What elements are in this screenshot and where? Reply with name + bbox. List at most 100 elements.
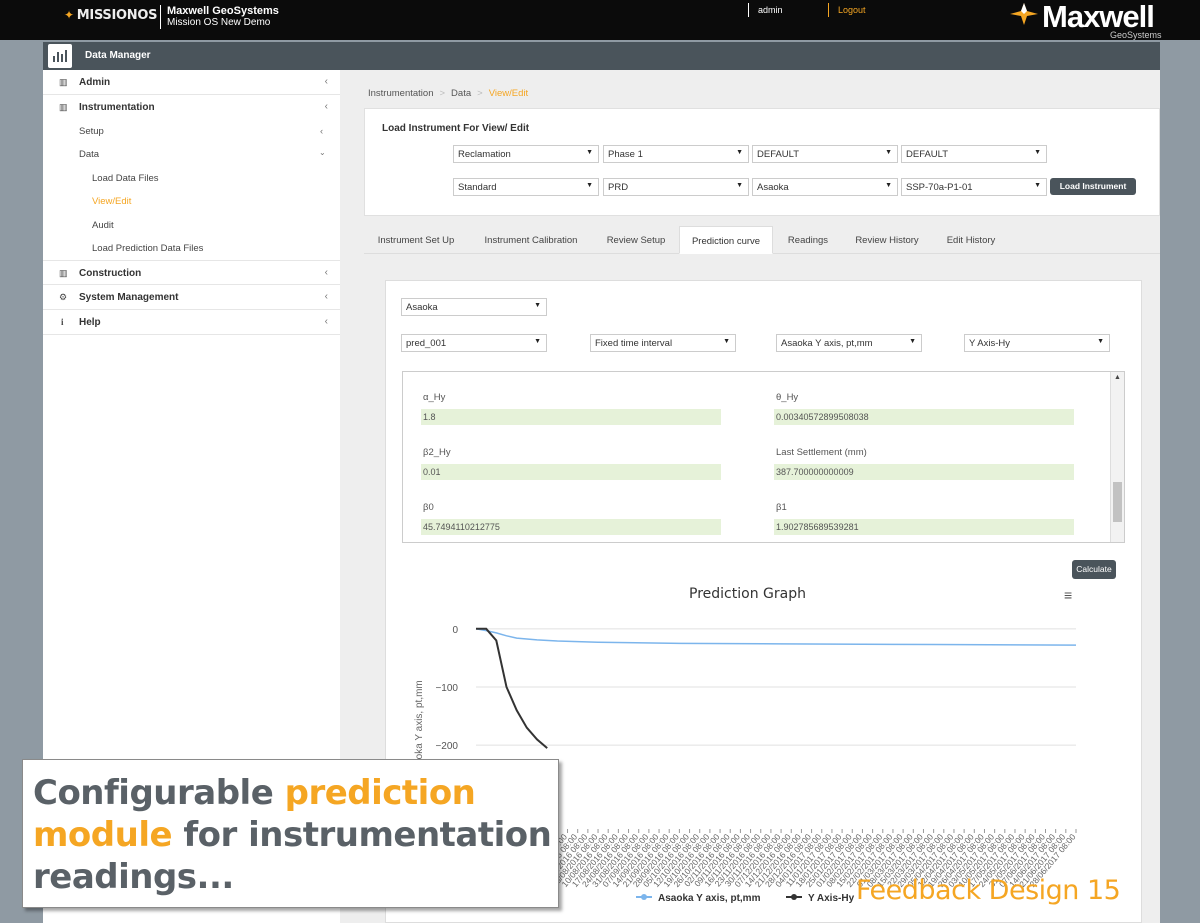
legend-marker (791, 894, 797, 900)
type-select[interactable]: PRD ▼ (603, 178, 749, 196)
footer-caption: Feedback Design 15 (856, 875, 1121, 906)
sidebar-item-label: Help (79, 317, 101, 328)
chart-menu-icon[interactable]: ≡ (1064, 587, 1072, 603)
dropdown-arrow-icon: ▼ (534, 302, 541, 309)
user-link[interactable]: admin (758, 5, 783, 15)
legend-label[interactable]: Asaoka Y axis, pt,mm (658, 893, 761, 904)
chart-series (475, 627, 1077, 749)
param-label: Last Settlement (mm) (776, 447, 867, 458)
zone-select[interactable]: DEFAULT ▼ (901, 145, 1047, 163)
prediction-set-select[interactable]: pred_001 ▼ (401, 334, 547, 352)
y-axis-select[interactable]: Y Axis-Hy ▼ (964, 334, 1110, 352)
select-value: Asaoka (406, 302, 438, 313)
sidebar-item-label: Data (79, 149, 100, 160)
breadcrumb-current: View/Edit (488, 88, 529, 99)
tab-edit-history[interactable]: Edit History (938, 226, 1004, 254)
callout-line1-a: Configurable (33, 773, 285, 813)
dropdown-arrow-icon: ▼ (1034, 149, 1041, 156)
load-instrument-button[interactable]: Load Instrument (1050, 178, 1136, 195)
breadcrumb-data[interactable]: Data (451, 88, 471, 99)
y-tick-label: 0 (452, 625, 458, 636)
tab-review-history[interactable]: Review History (844, 226, 930, 254)
dropdown-arrow-icon: ▼ (1097, 338, 1104, 345)
tab-bar: Instrument Set Up Instrument Calibration… (364, 226, 1160, 254)
interval-select[interactable]: Fixed time interval ▼ (590, 334, 736, 352)
chart-grid (476, 628, 1076, 746)
method-select[interactable]: Asaoka ▼ (752, 178, 898, 196)
scrollbar-thumb[interactable] (1113, 482, 1122, 522)
maxwell-star-icon (1010, 3, 1038, 25)
product-logo-text: MISSIONOS (76, 8, 158, 23)
sidebar-item-audit[interactable]: Audit (92, 220, 114, 240)
param-value-field[interactable]: 0.00340572899508038 (774, 409, 1074, 425)
category-select[interactable]: Standard ▼ (453, 178, 599, 196)
sidebar-item-data[interactable]: Data ⌄ (79, 148, 329, 169)
chevron-left-icon: ‹ (324, 316, 328, 327)
scrollbar[interactable]: ▲ (1110, 372, 1124, 542)
callout-line3: readings... (33, 857, 234, 897)
callout-line1-highlight: prediction (284, 773, 476, 813)
y-tick-label: −200 (435, 741, 458, 752)
chevron-left-icon: ‹ (324, 267, 328, 278)
sidebar-item-construction[interactable]: ▥ Construction ‹ (43, 260, 340, 285)
legend-label[interactable]: Y Axis-Hy (808, 893, 855, 904)
tab-readings[interactable]: Readings (778, 226, 838, 254)
tab-instrument-set-up[interactable]: Instrument Set Up (364, 226, 468, 254)
top-bar: ✦ MISSIONOS Maxwell GeoSystems Mission OS… (0, 0, 1200, 40)
dropdown-arrow-icon: ▼ (723, 338, 730, 345)
tab-prediction-curve[interactable]: Prediction curve (679, 226, 773, 254)
dropdown-arrow-icon: ▼ (736, 149, 743, 156)
select-value: PRD (608, 182, 629, 193)
param-value-field[interactable]: 0.01 (421, 464, 721, 480)
calculate-button[interactable]: Calculate (1072, 560, 1116, 579)
select-value: Reclamation (458, 149, 511, 160)
breadcrumb-separator: > (477, 88, 483, 99)
sidebar-item-label: Construction (79, 268, 142, 279)
select-value: pred_001 (406, 338, 447, 349)
chevron-left-icon: ‹ (324, 291, 328, 302)
bar-chart-icon[interactable] (48, 44, 72, 68)
param-value-field[interactable]: 1.902785689539281 (774, 519, 1074, 535)
gears-icon: ⚙ (59, 292, 68, 302)
project-select[interactable]: Reclamation ▼ (453, 145, 599, 163)
param-value-field[interactable]: 387.700000000009 (774, 464, 1074, 480)
dropdown-arrow-icon: ▼ (885, 182, 892, 189)
param-value-field[interactable]: 45.7494110212775 (421, 519, 721, 535)
sidebar-item-admin[interactable]: ▥ Admin ‹ (43, 70, 340, 95)
series-line (476, 627, 548, 749)
sidebar-item-system-management[interactable]: ⚙ System Management ‹ (43, 285, 340, 310)
module-title: Data Manager (85, 50, 151, 61)
param-label: β0 (423, 502, 434, 513)
callout-text: Configurable prediction module for instr… (33, 772, 558, 898)
sidebar-item-view-edit[interactable]: View/Edit (92, 196, 131, 216)
sidebar-item-load-data-files[interactable]: Load Data Files (92, 173, 159, 193)
phase-select[interactable]: Phase 1 ▼ (603, 145, 749, 163)
dropdown-arrow-icon: ▼ (909, 338, 916, 345)
select-value: Asaoka Y axis, pt,mm (781, 338, 873, 349)
logout-link[interactable]: Logout (838, 5, 866, 15)
tab-instrument-calibration[interactable]: Instrument Calibration (472, 226, 590, 254)
logout-divider (828, 3, 829, 17)
sidebar-item-setup[interactable]: Setup ‹ (79, 126, 329, 146)
asaoka-axis-select[interactable]: Asaoka Y axis, pt,mm ▼ (776, 334, 922, 352)
breadcrumb-instrumentation[interactable]: Instrumentation (368, 88, 433, 99)
dropdown-arrow-icon: ▼ (1034, 182, 1041, 189)
instrument-select[interactable]: SSP-70a-P1-01 ▼ (901, 178, 1047, 196)
scroll-up-icon[interactable]: ▲ (1114, 374, 1121, 381)
callout-line2-b: for instrumentation (172, 815, 552, 855)
tab-review-setup[interactable]: Review Setup (596, 226, 676, 254)
prediction-method-select[interactable]: Asaoka ▼ (401, 298, 547, 316)
callout-line2-highlight: module (33, 815, 173, 855)
missionos-logo: ✦ MISSIONOS (64, 8, 157, 23)
area-select[interactable]: DEFAULT ▼ (752, 145, 898, 163)
org-info: Maxwell GeoSystems Mission OS New Demo (167, 5, 279, 29)
sidebar-item-help[interactable]: i Help ‹ (43, 310, 340, 335)
param-value-field[interactable]: 1.8 (421, 409, 721, 425)
select-value: Asaoka (757, 182, 789, 193)
sidebar-item-instrumentation[interactable]: ▥ Instrumentation ‹ (43, 95, 340, 120)
user-divider (748, 3, 749, 17)
org-name: Maxwell GeoSystems (167, 5, 279, 17)
chart-icon: ▥ (59, 268, 68, 278)
breadcrumb: Instrumentation > Data > View/Edit (368, 88, 528, 99)
select-value: Standard (458, 182, 497, 193)
